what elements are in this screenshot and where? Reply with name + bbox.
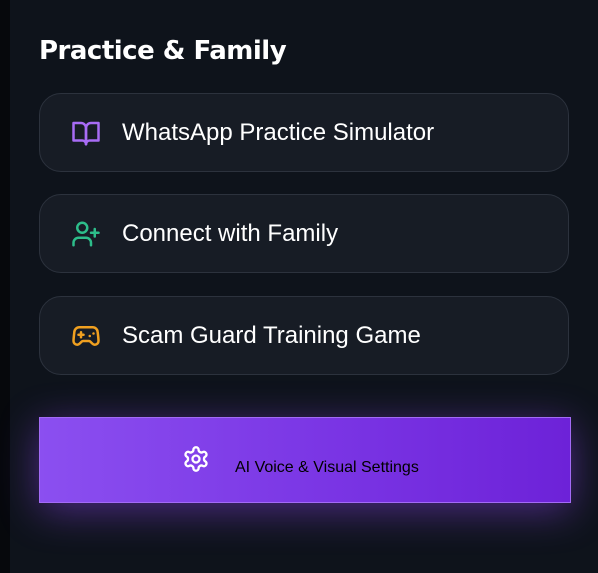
ai-voice-visual-settings-button[interactable]: AI Voice & Visual Settings bbox=[39, 417, 571, 503]
gear-icon bbox=[181, 444, 211, 474]
whatsapp-practice-simulator-button[interactable]: WhatsApp Practice Simulator bbox=[39, 93, 569, 172]
settings-button-label: AI Voice & Visual Settings bbox=[235, 459, 419, 476]
scam-guard-training-game-button[interactable]: Scam Guard Training Game bbox=[39, 296, 569, 375]
connect-with-family-button[interactable]: Connect with Family bbox=[39, 194, 569, 273]
gamepad-icon bbox=[71, 321, 101, 351]
book-open-icon bbox=[71, 118, 101, 148]
user-plus-icon bbox=[71, 219, 101, 249]
menu-item-label: Connect with Family bbox=[122, 219, 339, 247]
left-edge-strip bbox=[0, 0, 10, 573]
menu-item-label: Scam Guard Training Game bbox=[122, 321, 421, 349]
menu-item-label: WhatsApp Practice Simulator bbox=[122, 118, 435, 146]
section-title: Practice & Family bbox=[39, 36, 287, 66]
